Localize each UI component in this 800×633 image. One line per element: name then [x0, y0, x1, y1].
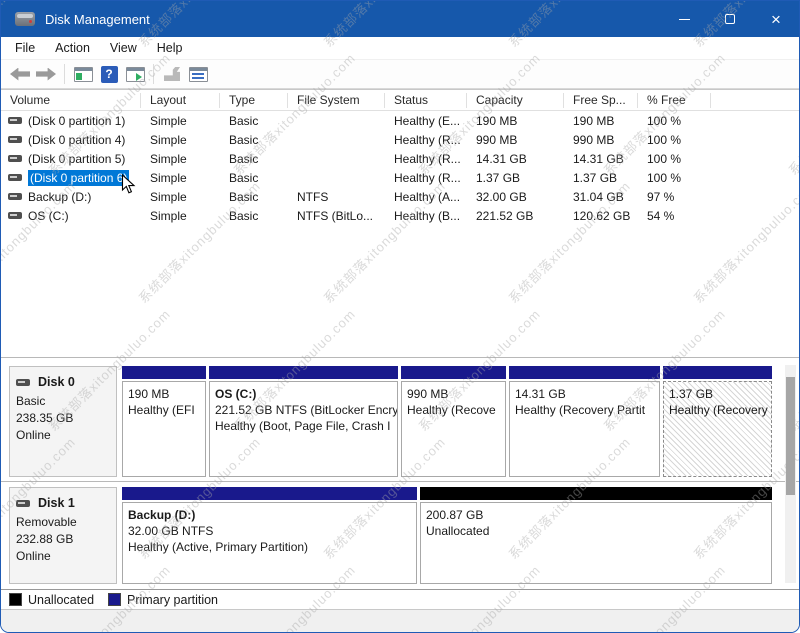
partition-recovery-1gb-selected[interactable]: 1.37 GBHealthy (Recovery [663, 366, 772, 477]
partition-backup-d[interactable]: Backup (D:)32.00 GB NTFSHealthy (Active,… [122, 487, 417, 584]
properties-tool-icon [164, 67, 180, 81]
disk-management-app-icon [15, 12, 35, 26]
table-row[interactable]: (Disk 0 partition 4) Simple Basic Health… [1, 130, 799, 149]
toolbar: ? [1, 60, 799, 89]
disk-size: 232.88 GB [16, 531, 110, 548]
partition-type-bar [122, 366, 206, 379]
partition-type-bar [401, 366, 506, 379]
maximize-button[interactable] [707, 1, 753, 37]
disk-icon [16, 379, 30, 386]
disk-kind: Removable [16, 514, 110, 531]
partition-type-bar [122, 487, 417, 500]
unallocated-swatch [9, 593, 22, 606]
vertical-scrollbar[interactable] [785, 365, 796, 583]
column-header-capacity[interactable]: Capacity [467, 93, 564, 108]
column-header-volume[interactable]: Volume [1, 93, 141, 108]
disk-name: Disk 0 [38, 374, 75, 391]
volume-icon [8, 117, 22, 124]
menu-file[interactable]: File [5, 37, 45, 60]
scrollbar-thumb[interactable] [786, 377, 795, 495]
column-header-file-system[interactable]: File System [288, 93, 385, 108]
disk-1-label[interactable]: Disk 1 Removable 232.88 GB Online [9, 487, 117, 584]
disk-0-label[interactable]: Disk 0 Basic 238.35 GB Online [9, 366, 117, 477]
show-action-pane-icon [126, 67, 145, 82]
help-button[interactable]: ? [96, 62, 122, 86]
volume-table-header: Volume Layout Type File System Status Ca… [1, 90, 799, 111]
graphical-view-pane: Disk 0 Basic 238.35 GB Online 190 MBHeal… [1, 361, 799, 589]
volume-list-pane: Volume Layout Type File System Status Ca… [1, 89, 799, 357]
minimize-button[interactable] [661, 1, 707, 37]
toolbar-separator [64, 64, 65, 84]
volume-icon [8, 212, 22, 219]
table-row[interactable]: (Disk 0 partition 1) Simple Basic Health… [1, 111, 799, 130]
disk-0-row: Disk 0 Basic 238.35 GB Online 190 MBHeal… [1, 361, 799, 482]
column-header-type[interactable]: Type [220, 93, 288, 108]
close-icon: × [771, 11, 781, 28]
column-header-status[interactable]: Status [385, 93, 467, 108]
volume-icon [8, 155, 22, 162]
close-button[interactable]: × [753, 1, 799, 37]
status-bar [1, 609, 799, 633]
partition-type-bar [420, 487, 772, 500]
partition-type-bar [209, 366, 398, 379]
volume-name: (Disk 0 partition 1) [28, 114, 125, 128]
disk-management-window: Disk Management × File Action View Help … [0, 0, 800, 633]
toolbar-separator [153, 64, 154, 84]
disk-state: Online [16, 427, 110, 444]
help-icon: ? [101, 66, 118, 83]
volume-icon [8, 174, 22, 181]
titlebar: Disk Management × [1, 1, 799, 37]
volume-name: OS (C:) [28, 209, 69, 223]
minimize-icon [679, 19, 690, 20]
disk-kind: Basic [16, 393, 110, 410]
forward-button[interactable] [33, 62, 59, 86]
partition-recovery-14gb[interactable]: 14.31 GBHealthy (Recovery Partit [509, 366, 660, 477]
partition-type-bar [509, 366, 660, 379]
partition-efi[interactable]: 190 MBHealthy (EFI [122, 366, 206, 477]
legend-bar: Unallocated Primary partition [1, 589, 799, 609]
volume-name: (Disk 0 partition 4) [28, 133, 125, 147]
volume-name-selected: (Disk 0 partition 6) [28, 170, 129, 186]
list-view-icon [189, 67, 208, 82]
disk-1-row: Disk 1 Removable 232.88 GB Online Backup… [1, 482, 799, 588]
maximize-icon [725, 14, 735, 24]
show-console-tree-button[interactable] [70, 62, 96, 86]
disk-name: Disk 1 [38, 495, 75, 512]
show-console-tree-icon [74, 67, 93, 82]
table-row[interactable]: OS (C:) Simple Basic NTFS (BitLo... Heal… [1, 206, 799, 225]
mouse-cursor [121, 174, 136, 200]
window-title: Disk Management [45, 12, 150, 27]
legend-unallocated: Unallocated [9, 593, 94, 607]
volume-icon [8, 136, 22, 143]
volume-icon [8, 193, 22, 200]
partition-type-bar [663, 366, 772, 379]
column-header-pct-free[interactable]: % Free [638, 93, 711, 108]
legend-primary-partition: Primary partition [108, 593, 218, 607]
disk-size: 238.35 GB [16, 410, 110, 427]
partition-recovery-990mb[interactable]: 990 MBHealthy (Recove [401, 366, 506, 477]
disk-icon [16, 500, 30, 507]
menu-view[interactable]: View [100, 37, 147, 60]
disk-state: Online [16, 548, 110, 565]
table-row[interactable]: (Disk 0 partition 5) Simple Basic Health… [1, 149, 799, 168]
show-action-pane-button[interactable] [122, 62, 148, 86]
back-icon [10, 68, 30, 81]
menubar: File Action View Help [1, 37, 799, 60]
menu-action[interactable]: Action [45, 37, 100, 60]
volume-name: Backup (D:) [28, 190, 91, 204]
primary-partition-swatch [108, 593, 121, 606]
forward-icon [36, 68, 56, 81]
properties-tool-button[interactable] [159, 62, 185, 86]
column-header-filler [711, 93, 799, 108]
volume-name: (Disk 0 partition 5) [28, 152, 125, 166]
column-header-free-space[interactable]: Free Sp... [564, 93, 638, 108]
partition-unallocated[interactable]: 200.87 GBUnallocated [420, 487, 772, 584]
back-button[interactable] [7, 62, 33, 86]
list-view-button[interactable] [185, 62, 211, 86]
partition-os-c[interactable]: OS (C:)221.52 GB NTFS (BitLocker EncryHe… [209, 366, 398, 477]
column-header-layout[interactable]: Layout [141, 93, 220, 108]
menu-help[interactable]: Help [147, 37, 193, 60]
